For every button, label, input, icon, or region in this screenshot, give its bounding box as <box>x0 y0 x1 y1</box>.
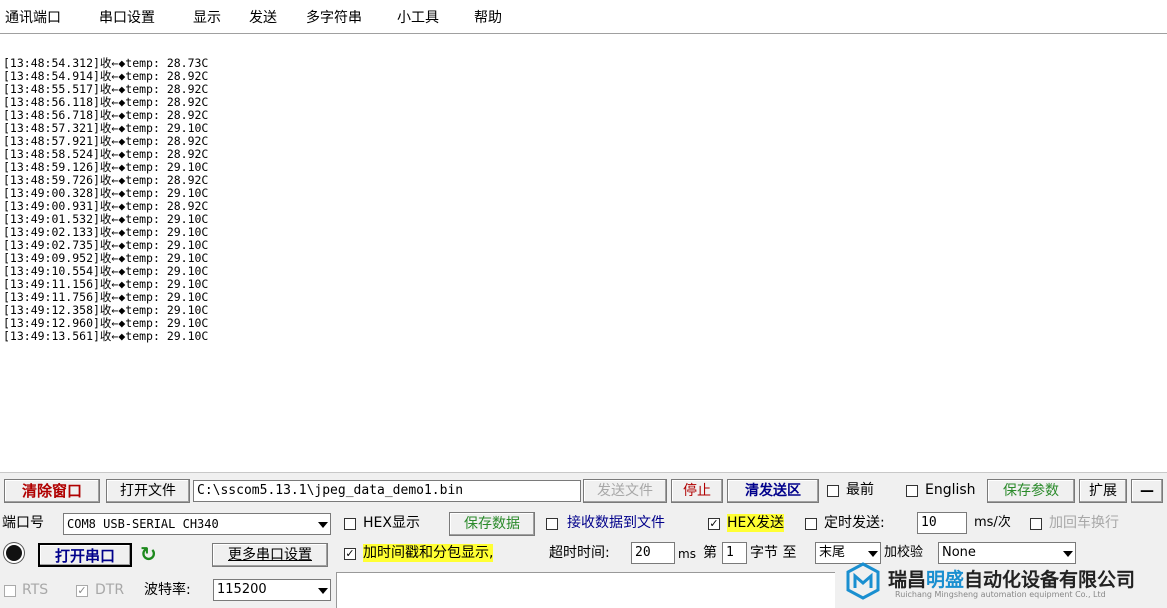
send-input[interactable] <box>336 572 835 608</box>
menu-bar: 通讯端口 串口设置 显示 发送 多字符串 小工具 帮助 <box>0 0 1167 32</box>
chevron-down-icon <box>318 522 328 528</box>
recv-to-file-label: 接收数据到文件 <box>567 515 665 531</box>
send-file-button[interactable]: 发送文件 <box>583 479 667 503</box>
checksum-label: 加校验 <box>884 545 924 560</box>
timed-send-checkbox[interactable] <box>805 518 817 530</box>
port-select[interactable]: COM8 USB-SERIAL CH340 <box>63 513 331 535</box>
menu-tools[interactable]: 小工具 <box>397 7 439 27</box>
byte-end-select[interactable]: 末尾 <box>815 542 881 564</box>
interval-unit: ms/次 <box>974 515 1011 530</box>
checksum-value: None <box>942 545 976 560</box>
byte-label: 字节 至 <box>750 545 797 561</box>
checksum-select[interactable]: None <box>938 542 1076 564</box>
rts-checkbox[interactable] <box>4 585 16 597</box>
add-crlf-label: 加回车换行 <box>1049 515 1119 531</box>
save-data-button[interactable]: 保存数据 <box>449 512 535 536</box>
collapse-button[interactable]: — <box>1131 479 1163 503</box>
clear-send-button[interactable]: 清发送区 <box>727 479 819 503</box>
interval-field[interactable]: 10 <box>917 512 967 534</box>
baud-label: 波特率: <box>144 582 191 598</box>
topmost-label: 最前 <box>846 482 874 498</box>
brand-name: 瑞昌明盛自动化设备有限公司 <box>888 565 1135 592</box>
menu-help[interactable]: 帮助 <box>474 7 502 27</box>
byte-end-value: 末尾 <box>819 545 846 560</box>
open-port-button[interactable]: 打开串口 <box>38 543 132 567</box>
hex-display-label: HEX显示 <box>363 515 420 531</box>
dtr-label: DTR <box>95 582 125 598</box>
menu-display[interactable]: 显示 <box>193 7 221 27</box>
refresh-icon[interactable]: ↻ <box>140 543 157 565</box>
file-path-field[interactable]: C:\sscom5.13.1\jpeg_data_demo1.bin <box>193 480 581 502</box>
hex-send-checkbox[interactable]: ✓ <box>708 518 720 530</box>
brand-subtitle: Ruichang Mingsheng automation equipment … <box>895 590 1106 599</box>
hex-send-label: HEX发送 <box>727 514 784 532</box>
brand-name-suffix: 自动化设备有限公司 <box>964 569 1136 591</box>
brand-name-highlight: 明盛 <box>926 569 965 591</box>
menu-serial-settings[interactable]: 串口设置 <box>99 7 155 27</box>
receive-log[interactable]: [13:48:54.312]收←◆temp: 28.73C [13:48:54.9… <box>0 34 1167 470</box>
save-params-button[interactable]: 保存参数 <box>987 479 1075 503</box>
chevron-down-icon <box>1063 551 1073 557</box>
port-value: COM8 USB-SERIAL CH340 <box>67 517 219 531</box>
clear-window-button[interactable]: 清除窗口 <box>4 479 100 503</box>
menu-multi-string[interactable]: 多字符串 <box>306 7 362 27</box>
port-label: 端口号 <box>2 515 44 531</box>
chevron-down-icon <box>868 551 878 557</box>
brand-logo <box>845 562 881 600</box>
timestamp-checkbox[interactable]: ✓ <box>344 548 356 560</box>
stop-button[interactable]: 停止 <box>671 479 723 503</box>
english-label: English <box>925 482 976 498</box>
english-checkbox[interactable] <box>906 485 918 497</box>
open-file-button[interactable]: 打开文件 <box>106 479 190 503</box>
expand-button[interactable]: 扩展 <box>1079 479 1127 503</box>
byte-prefix: 第 <box>703 545 717 561</box>
chevron-down-icon <box>318 588 328 594</box>
menu-send[interactable]: 发送 <box>249 7 277 27</box>
brand-name-prefix: 瑞昌 <box>888 569 927 591</box>
timed-send-label: 定时发送: <box>824 515 885 531</box>
menu-comm-port[interactable]: 通讯端口 <box>5 7 61 27</box>
topmost-checkbox[interactable] <box>827 485 839 497</box>
timeout-label: 超时时间: <box>549 545 610 561</box>
port-status-icon <box>6 545 22 561</box>
baud-select[interactable]: 115200 <box>213 579 331 601</box>
baud-value: 115200 <box>217 582 267 597</box>
dtr-checkbox[interactable]: ✓ <box>76 585 88 597</box>
hex-display-checkbox[interactable] <box>344 518 356 530</box>
timeout-field[interactable]: 20 <box>631 542 675 564</box>
more-port-settings-button[interactable]: 更多串口设置 <box>212 543 328 567</box>
timeout-unit: ms <box>678 547 696 561</box>
add-crlf-checkbox[interactable] <box>1030 518 1042 530</box>
log-line: [13:49:13.561]收←◆temp: 29.10C <box>3 329 209 343</box>
byte-index-field[interactable]: 1 <box>722 542 747 564</box>
rts-label: RTS <box>22 582 49 598</box>
recv-to-file-checkbox[interactable] <box>546 518 558 530</box>
timestamp-label: 加时间戳和分包显示, <box>363 544 494 562</box>
